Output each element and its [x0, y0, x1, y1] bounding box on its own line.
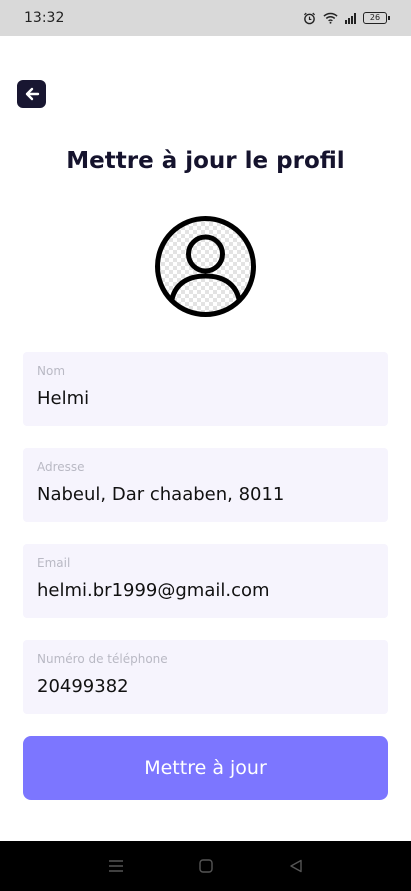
name-input[interactable]: Helmi — [37, 388, 377, 409]
name-field[interactable]: Nom Helmi — [23, 352, 388, 426]
phone-field[interactable]: Numéro de téléphone 20499382 — [23, 640, 388, 714]
profile-avatar[interactable] — [153, 214, 258, 319]
name-label: Nom — [37, 364, 66, 378]
alarm-icon — [303, 12, 316, 24]
arrow-left-icon — [25, 87, 39, 101]
address-field[interactable]: Adresse Nabeul, Dar chaaben, 8011 — [23, 448, 388, 522]
status-bar: 13:32 26 — [0, 0, 411, 36]
email-label: Email — [37, 556, 71, 570]
menu-icon[interactable] — [108, 859, 124, 873]
address-label: Adresse — [37, 460, 85, 474]
signal-icon — [345, 12, 356, 24]
status-time: 13:32 — [24, 10, 65, 26]
email-field[interactable]: Email helmi.br1999@gmail.com — [23, 544, 388, 618]
page-title: Mettre à jour le profil — [66, 148, 345, 174]
status-icons: 26 — [303, 12, 390, 25]
update-button[interactable]: Mettre à jour — [23, 736, 388, 800]
phone-label: Numéro de téléphone — [37, 652, 168, 666]
system-nav-bar — [0, 841, 411, 891]
home-icon[interactable] — [199, 859, 214, 873]
wifi-icon — [323, 12, 338, 24]
address-input[interactable]: Nabeul, Dar chaaben, 8011 — [37, 484, 377, 505]
battery-level: 26 — [369, 13, 381, 22]
back-button[interactable] — [17, 80, 46, 108]
back-triangle-icon[interactable] — [289, 859, 303, 873]
battery-icon: 26 — [363, 12, 390, 24]
phone-input[interactable]: 20499382 — [37, 676, 377, 697]
email-input[interactable]: helmi.br1999@gmail.com — [37, 580, 377, 601]
user-avatar-icon — [155, 216, 256, 317]
